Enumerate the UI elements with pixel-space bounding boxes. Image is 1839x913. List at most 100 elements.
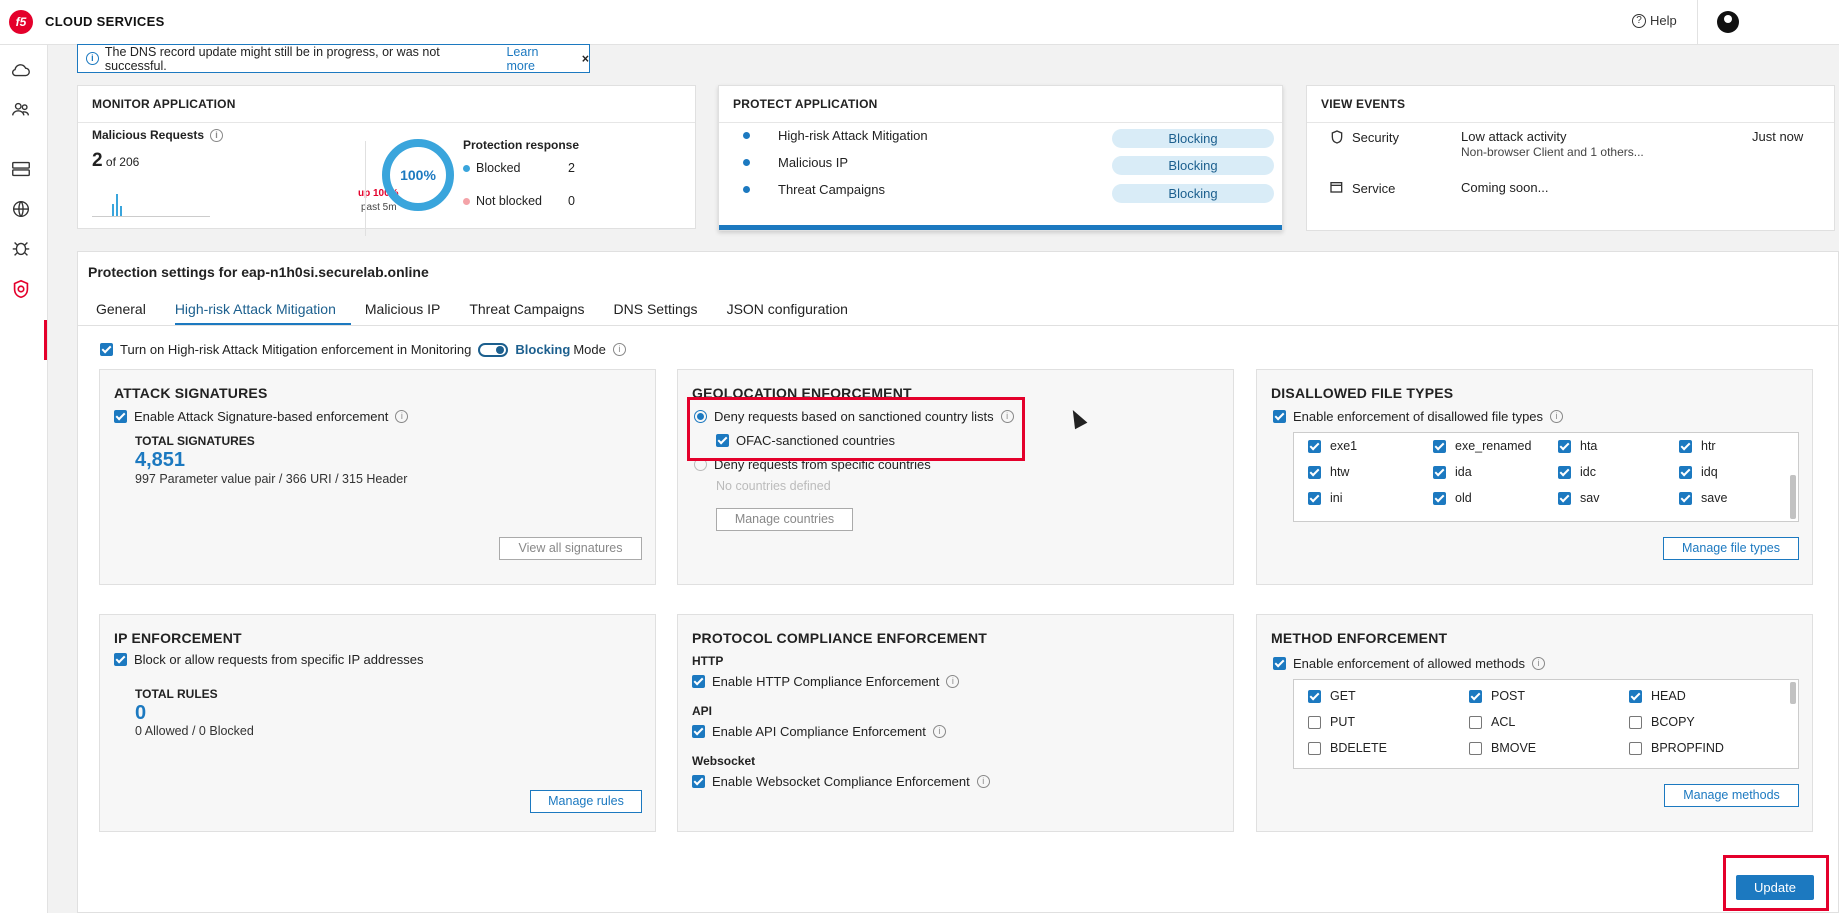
method-checkbox[interactable] (1629, 689, 1642, 703)
file-type-checkbox[interactable] (1558, 465, 1571, 479)
not-blocked-row: Not blocked (463, 194, 542, 208)
file-type-checkbox[interactable] (1308, 465, 1321, 479)
file-type-item[interactable]: old (1433, 491, 1472, 505)
info-icon[interactable]: i (932, 725, 946, 738)
method-checkbox[interactable] (1308, 741, 1321, 755)
file-type-checkbox[interactable] (1558, 491, 1571, 505)
manage-countries-button[interactable]: Manage countries (716, 508, 853, 531)
service-event[interactable]: Service (1329, 180, 1395, 196)
f5-logo[interactable]: f5 (9, 10, 33, 34)
file-type-checkbox[interactable] (1679, 465, 1692, 479)
servers-icon[interactable] (10, 158, 36, 180)
method-item[interactable]: POST (1469, 689, 1525, 703)
method-checkbox[interactable] (1308, 689, 1321, 703)
file-types-scrollbar[interactable] (1790, 475, 1796, 519)
file-type-item[interactable]: exe_renamed (1433, 439, 1531, 453)
mode-toggle[interactable] (478, 342, 509, 357)
status-dot (743, 159, 750, 166)
security-time: Just now (1752, 129, 1804, 144)
tab-general[interactable]: General (96, 301, 161, 325)
file-type-item[interactable]: ida (1433, 465, 1472, 479)
info-icon[interactable]: i (976, 775, 990, 788)
tab-threat-campaigns[interactable]: Threat Campaigns (469, 301, 599, 325)
attack-signatures-checkbox[interactable] (114, 410, 127, 423)
http-compliance-checkbox[interactable] (692, 675, 705, 688)
enforcement-checkbox[interactable] (100, 343, 113, 356)
method-checkbox[interactable] (1629, 715, 1642, 729)
methods-scrollbar[interactable] (1790, 682, 1796, 704)
user-avatar-icon[interactable] (1717, 11, 1739, 33)
file-type-item[interactable]: save (1679, 491, 1727, 505)
tab-malicious-ip[interactable]: Malicious IP (365, 301, 455, 325)
shield-app-icon[interactable] (10, 278, 36, 300)
manage-rules-button[interactable]: Manage rules (530, 790, 642, 813)
file-types-list[interactable]: exe1 exe_renamed hta htr htw ida idc idq… (1293, 432, 1799, 522)
file-type-checkbox[interactable] (1679, 439, 1692, 453)
method-item[interactable]: BCOPY (1629, 715, 1695, 729)
method-item[interactable]: BPROPFIND (1629, 741, 1724, 755)
file-type-item[interactable]: hta (1558, 439, 1597, 453)
info-icon[interactable]: i (395, 410, 409, 423)
method-checkbox[interactable] (1629, 741, 1642, 755)
file-type-item[interactable]: idc (1558, 465, 1596, 479)
method-checkbox[interactable] (1469, 715, 1482, 729)
file-type-checkbox[interactable] (1308, 491, 1321, 505)
file-type-checkbox[interactable] (1433, 491, 1446, 505)
tab-json-configuration[interactable]: JSON configuration (727, 301, 863, 325)
close-icon[interactable]: × (582, 52, 589, 66)
ip-enforcement-title: IP ENFORCEMENT (114, 630, 242, 646)
file-type-item[interactable]: htw (1308, 465, 1349, 479)
file-types-checkbox[interactable] (1273, 410, 1286, 423)
status-badge: Blocking (1112, 129, 1274, 148)
info-icon[interactable]: i (946, 675, 960, 688)
ip-enforcement-checkbox[interactable] (114, 653, 127, 666)
help-link[interactable]: ? Help (1632, 13, 1677, 28)
users-icon[interactable] (10, 98, 36, 120)
total-signatures-label: TOTAL SIGNATURES (135, 434, 255, 448)
file-type-checkbox[interactable] (1679, 491, 1692, 505)
method-item[interactable]: ACL (1469, 715, 1515, 729)
file-type-item[interactable]: ini (1308, 491, 1343, 505)
method-item[interactable]: BDELETE (1308, 741, 1387, 755)
tab-dns-settings[interactable]: DNS Settings (614, 301, 713, 325)
attack-signatures-panel: ATTACK SIGNATURES Enable Attack Signatur… (99, 369, 656, 585)
method-item[interactable]: BMOVE (1469, 741, 1536, 755)
events-title: VIEW EVENTS (1307, 86, 1834, 123)
file-type-item[interactable]: exe1 (1308, 439, 1357, 453)
file-type-checkbox[interactable] (1433, 465, 1446, 479)
api-compliance-checkbox[interactable] (692, 725, 705, 738)
learn-more-link[interactable]: Learn more (506, 45, 569, 73)
file-type-item[interactable]: htr (1679, 439, 1716, 453)
top-bar: f5 CLOUD SERVICES ? Help (0, 0, 1839, 45)
bug-icon[interactable] (10, 237, 36, 259)
info-icon[interactable]: i (210, 128, 224, 142)
file-type-item[interactable]: sav (1558, 491, 1599, 505)
globe-icon[interactable] (10, 198, 36, 220)
method-item[interactable]: HEAD (1629, 689, 1686, 703)
mode-suffix: Mode (573, 342, 606, 357)
view-signatures-button[interactable]: View all signatures (499, 537, 642, 560)
method-checkbox[interactable] (1469, 689, 1482, 703)
file-type-checkbox[interactable] (1308, 439, 1321, 453)
security-event[interactable]: Security (1329, 129, 1399, 145)
monitor-title: MONITOR APPLICATION (78, 86, 695, 123)
update-button[interactable]: Update (1736, 875, 1814, 900)
tab-high-risk[interactable]: High-risk Attack Mitigation (174, 301, 351, 325)
cloud-icon[interactable] (10, 59, 36, 81)
methods-checkbox[interactable] (1273, 657, 1286, 670)
info-icon[interactable]: i (612, 343, 626, 356)
file-type-checkbox[interactable] (1433, 439, 1446, 453)
websocket-compliance-checkbox[interactable] (692, 775, 705, 788)
manage-methods-button[interactable]: Manage methods (1664, 784, 1799, 807)
file-type-item[interactable]: idq (1679, 465, 1718, 479)
method-item[interactable]: PUT (1308, 715, 1355, 729)
file-type-checkbox[interactable] (1558, 439, 1571, 453)
method-checkbox[interactable] (1308, 715, 1321, 729)
manage-file-types-button[interactable]: Manage file types (1663, 537, 1799, 560)
protect-card[interactable]: PROTECT APPLICATION High-risk Attack Mit… (718, 85, 1283, 231)
method-item[interactable]: GET (1308, 689, 1356, 703)
method-checkbox[interactable] (1469, 741, 1482, 755)
info-icon[interactable]: i (1550, 410, 1564, 423)
methods-list[interactable]: GET POST HEAD PUT ACL BCOPY BDELETE BMOV… (1293, 679, 1799, 769)
info-icon[interactable]: i (1531, 657, 1545, 670)
